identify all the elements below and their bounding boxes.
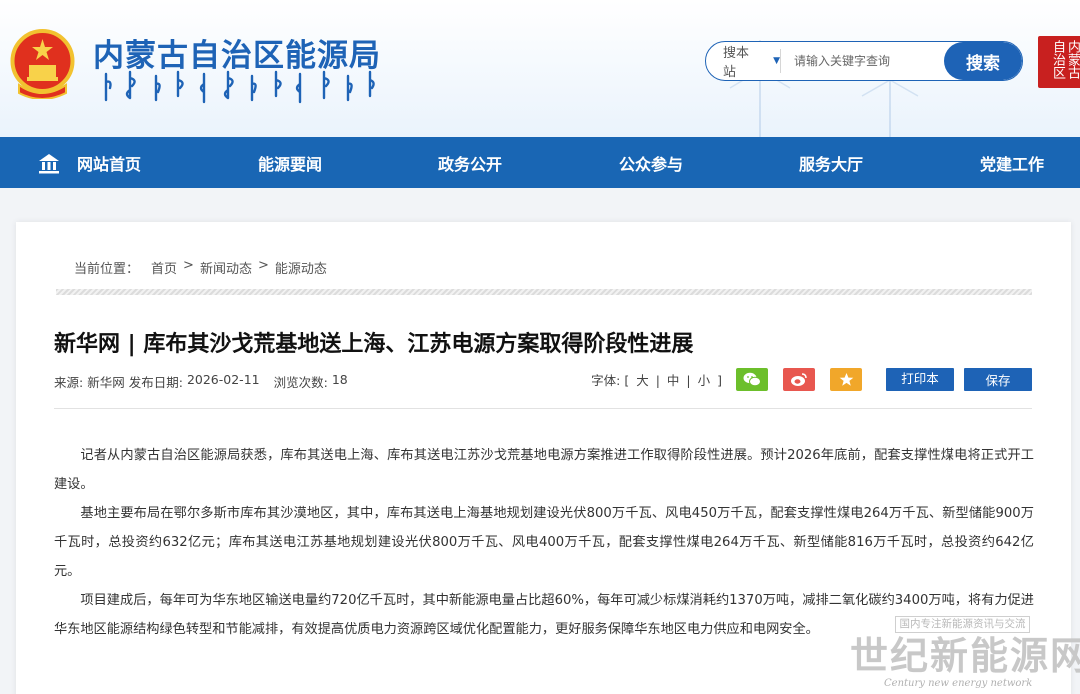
font-size-label: 字体: [591, 373, 621, 388]
nav-item-label: 党建工作 [980, 154, 1045, 174]
separator: | [655, 373, 660, 388]
search-input[interactable] [781, 42, 945, 80]
breadcrumb-separator: > [257, 258, 269, 273]
print-button[interactable]: 打印本页 [886, 368, 954, 405]
font-size-large[interactable]: 大 [633, 373, 652, 388]
article-paragraph: 记者从内蒙古自治区能源局获悉，库布其送电上海、库布其送电江苏沙戈荒基地电源方案推… [54, 448, 1034, 492]
bracket: [ [624, 373, 630, 388]
nav-item-label: 服务大厅 [799, 154, 864, 174]
separator: | [686, 373, 691, 388]
share-weibo-button[interactable] [783, 368, 815, 391]
font-size-small[interactable]: 小 [695, 373, 714, 388]
views-value: 18 [331, 372, 348, 387]
site-header: 内蒙古自治区能源局 搜本站 ▼ 搜索 内蒙古自治区 [0, 0, 1080, 137]
main-nav: 网站首页 能源要闻 政务公开 公众参与 服务大厅 党建工作 [0, 137, 1080, 188]
search-box: 搜本站 ▼ 搜索 [705, 41, 1023, 81]
nav-item-energy-news[interactable]: 能源要闻 [258, 137, 322, 188]
watermark-title: 世纪新能源网 [850, 633, 1080, 678]
nav-item-home[interactable]: 网站首页 [38, 137, 141, 188]
star-icon [839, 373, 853, 386]
bracket: ] [717, 373, 722, 388]
article-body: 记者从内蒙古自治区能源局获悉，库布其送电上海、库布其送电江苏沙戈荒基地电源方案推… [54, 441, 1034, 644]
national-emblem-icon [10, 29, 75, 99]
watermark-subtitle: Century new energy network [884, 678, 1033, 689]
watermark-caption: 国内专注新能源资讯与交流 [895, 616, 1030, 633]
font-size-medium[interactable]: 中 [664, 373, 683, 388]
search-scope-select[interactable]: 搜本站 ▼ [706, 46, 782, 80]
favorite-button[interactable] [830, 368, 862, 391]
article-title: 新华网 | 库布其沙戈荒基地送上海、江苏电源方案取得阶段性进展 [54, 332, 694, 357]
source-label: 来源: [54, 375, 84, 390]
date-value: 2026-02-11 [186, 372, 260, 387]
source-value: 新华网 [87, 375, 125, 390]
chevron-down-icon: ▼ [773, 56, 781, 66]
font-size-control: 字体: [ 大 | 中 | 小 ] [591, 370, 722, 389]
mongolian-script-logo [104, 70, 375, 104]
article-paragraph: 基地主要布局在鄂尔多斯市库布其沙漠地区，其中，库布其送电上海基地规划建设光伏80… [54, 506, 1034, 579]
search-scope-label: 搜本站 [723, 46, 750, 80]
breadcrumb-separator: > [183, 258, 194, 273]
meta-divider [54, 408, 1032, 409]
nav-item-service-hall[interactable]: 服务大厅 [799, 137, 863, 188]
article-meta: 来源: 新华网 发布日期: 2026-02-11 浏览次数: 18 [54, 372, 348, 391]
save-button[interactable]: 保存 [964, 368, 1032, 391]
home-icon [39, 153, 59, 173]
breadcrumb-link-energy-news[interactable]: 能源动态 [275, 258, 327, 277]
wechat-icon [743, 372, 761, 387]
divider-stripe [56, 289, 1032, 295]
nav-item-government-affairs[interactable]: 政务公开 [438, 137, 502, 188]
breadcrumb-link-home[interactable]: 首页 [151, 258, 177, 277]
nav-item-party-building[interactable]: 党建工作 [980, 137, 1044, 188]
date-label: 发布日期: [128, 375, 183, 390]
nav-item-label: 网站首页 [77, 154, 142, 174]
region-seal-logo[interactable]: 内蒙古自治区 [1038, 36, 1080, 88]
site-title: 内蒙古自治区能源局 [93, 38, 381, 74]
share-wechat-button[interactable] [736, 368, 768, 391]
nav-item-label: 能源要闻 [258, 154, 323, 174]
weibo-icon [791, 373, 807, 386]
nav-item-public-participation[interactable]: 公众参与 [619, 137, 683, 188]
breadcrumb-prefix: 当前位置： [74, 262, 140, 277]
nav-item-label: 公众参与 [619, 154, 684, 174]
nav-item-label: 政务公开 [438, 154, 503, 174]
breadcrumb: 当前位置： 首页 > 新闻动态 > 能源动态 [74, 258, 327, 277]
article-tools: 字体: [ 大 | 中 | 小 ] 打印本页 保存 [591, 368, 1032, 405]
search-button[interactable]: 搜索 [944, 42, 1022, 80]
views-label: 浏览次数: [273, 375, 328, 390]
breadcrumb-link-news[interactable]: 新闻动态 [200, 258, 252, 277]
